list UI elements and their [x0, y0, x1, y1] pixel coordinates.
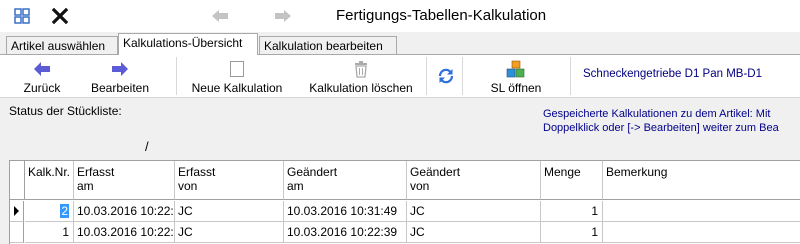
cell-menge[interactable]: 1 [541, 201, 603, 222]
column-header-kalk-nr[interactable]: Kalk.Nr. [25, 161, 74, 200]
cell-bemerkung[interactable] [603, 201, 800, 222]
cell-erfasst-am[interactable]: 10.03.2016 10:22: [74, 201, 175, 222]
column-header-erfasst-von[interactable]: Erfasst von [175, 161, 284, 200]
toolbar-separator [570, 57, 571, 95]
refresh-button[interactable] [433, 55, 459, 98]
cell-erfasst-am[interactable]: 10.03.2016 10:22: [74, 222, 175, 243]
cell-menge[interactable]: 1 [541, 222, 603, 243]
column-header-text: Menge [544, 165, 581, 179]
toolbar-separator [462, 57, 463, 95]
sl-open-label: SL öffnen [490, 81, 542, 95]
blocks-icon [506, 58, 526, 80]
tab-artikel-auswaehlen[interactable]: Artikel auswählen [6, 36, 118, 54]
bom-status-value: / [145, 139, 149, 154]
current-row-indicator[interactable] [10, 201, 24, 222]
close-x-icon[interactable] [50, 6, 70, 26]
edit-label: Bearbeiten [90, 81, 150, 95]
forward-arrow-icon[interactable] [273, 6, 293, 26]
tab-strip: Artikel auswählen Kalkulations-Übersicht… [0, 32, 800, 55]
column-header-text: am [77, 179, 94, 193]
cell-geaendert-am[interactable]: 10.03.2016 10:31:49 [284, 201, 407, 222]
new-calculation-label: Neue Kalkulation [191, 81, 283, 95]
cell-geaendert-von[interactable]: JC [407, 222, 541, 243]
back-label: Zurück [23, 81, 61, 95]
column-header-text: Geändert [410, 165, 461, 179]
title-bar: Fertigungs-Tabellen-Kalkulation [0, 0, 800, 32]
column-header-geaendert-am[interactable]: Geändert am [284, 161, 407, 200]
column-header-text: von [410, 179, 430, 193]
bom-status-label: Status der Stückliste: [9, 104, 122, 118]
column-header-text: Geändert [287, 165, 338, 179]
toolbar-separator [426, 57, 427, 95]
blank-page-icon [229, 58, 245, 80]
back-button[interactable]: Zurück [14, 55, 70, 98]
cell-erfasst-von[interactable]: JC [175, 201, 284, 222]
delete-calculation-label: Kalkulation löschen [309, 81, 413, 95]
cell-kalk-nr[interactable]: 1 [25, 222, 74, 243]
column-header-text: am [287, 179, 304, 193]
selected-value: 2 [60, 204, 69, 218]
edit-button[interactable]: Bearbeiten [84, 55, 156, 98]
delete-calculation-button[interactable]: Kalkulation löschen [302, 55, 420, 98]
new-calculation-button[interactable]: Neue Kalkulation [186, 55, 288, 98]
table-row[interactable]: 2 10.03.2016 10:22: JC 10.03.2016 10:31:… [10, 201, 800, 222]
cell-erfasst-von[interactable]: JC [175, 222, 284, 243]
info-hint: Gespeicherte Kalkulationen zu dem Artike… [543, 107, 800, 135]
row-selector[interactable] [10, 222, 24, 243]
row-header-corner [10, 161, 25, 200]
window-title: Fertigungs-Tabellen-Kalkulation [336, 7, 547, 24]
cell-geaendert-am[interactable]: 10.03.2016 10:22:39 [284, 222, 407, 243]
grid-icon[interactable] [12, 6, 32, 26]
column-header-erfasst-am[interactable]: Erfasst am [74, 161, 175, 200]
arrow-left-icon [33, 58, 51, 80]
column-header-bemerkung[interactable]: Bemerkung [603, 161, 800, 200]
cell-bemerkung[interactable] [603, 222, 800, 243]
trash-icon [353, 58, 369, 80]
toolbar: Zurück Bearbeiten Neue Kalkulation Kalku… [0, 55, 800, 98]
cell-kalk-nr[interactable]: 2 [25, 201, 74, 222]
toolbar-separator [176, 57, 177, 95]
column-header-text: Kalk.Nr. [28, 165, 71, 179]
cell-geaendert-von[interactable]: JC [407, 201, 541, 222]
tab-kalkulations-uebersicht[interactable]: Kalkulations-Übersicht [118, 33, 258, 55]
column-header-geaendert-von[interactable]: Geändert von [407, 161, 541, 200]
sl-open-button[interactable]: SL öffnen [482, 55, 550, 98]
info-hint-line-1: Gespeicherte Kalkulationen zu dem Artike… [543, 108, 771, 120]
product-name: Schneckengetriebe D1 Pan MB-D1 [583, 68, 762, 80]
table-row[interactable]: 1 10.03.2016 10:22: JC 10.03.2016 10:22:… [10, 222, 800, 243]
column-header-text: Erfasst [178, 165, 216, 179]
column-header-text: Erfasst [77, 165, 115, 179]
column-header-menge[interactable]: Menge [541, 161, 603, 200]
column-header-text: von [178, 179, 198, 193]
back-arrow-icon[interactable] [210, 6, 230, 26]
info-hint-line-2: Doppelklick oder [-> Bearbeiten] weiter … [543, 122, 779, 134]
refresh-icon [437, 65, 455, 87]
current-row-arrow-icon [14, 206, 19, 216]
arrow-right-icon [111, 58, 129, 80]
calculations-table[interactable]: Kalk.Nr. Erfasst am Erfasst von Geändert… [9, 160, 800, 244]
tab-kalkulation-bearbeiten[interactable]: Kalkulation bearbeiten [259, 36, 397, 54]
column-header-text: Bemerkung [606, 165, 668, 179]
